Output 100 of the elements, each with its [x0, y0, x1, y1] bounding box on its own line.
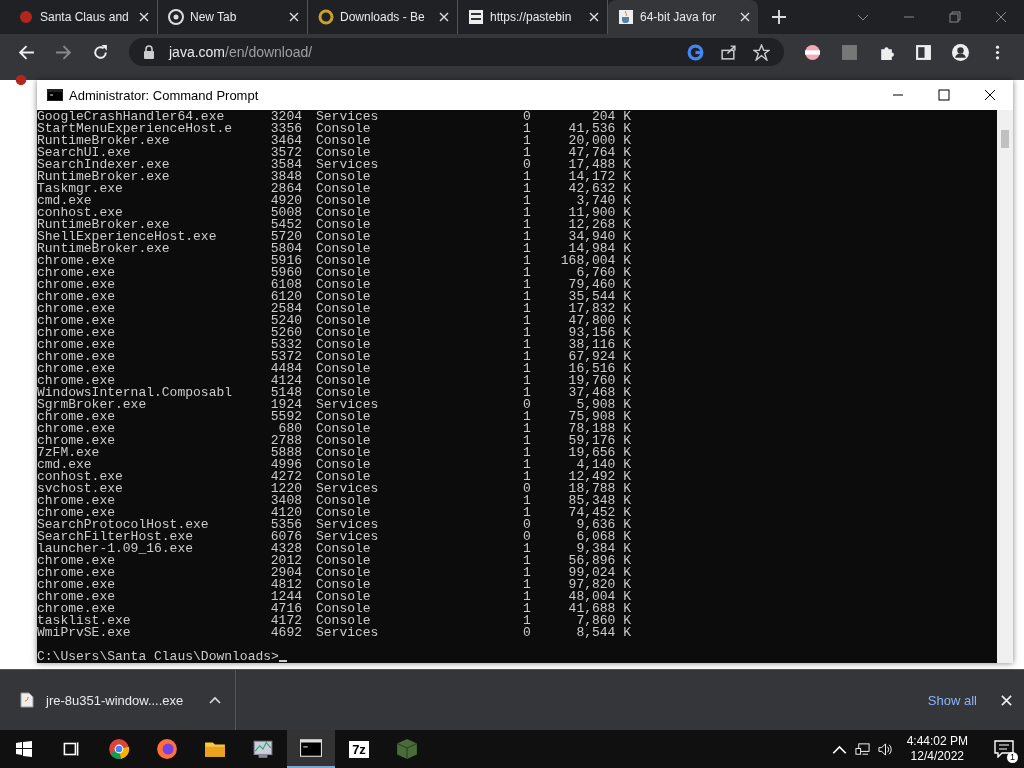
- reload-icon[interactable]: [92, 43, 109, 61]
- ring-icon: [318, 9, 334, 25]
- process-name: WmiPrvSE.exe: [37, 627, 132, 639]
- taskbar-app[interactable]: [287, 730, 335, 768]
- console-icon: [300, 737, 322, 759]
- process-name: RuntimeBroker.exe: [37, 171, 171, 183]
- maximize-icon[interactable]: [938, 89, 950, 101]
- memory-usage: 12,492 K: [567, 471, 631, 483]
- browser-tab[interactable]: 64-bit Java for: [608, 0, 758, 34]
- memory-usage: 59,176 K: [567, 435, 631, 447]
- share-icon[interactable]: [720, 43, 737, 61]
- session-number: 1: [523, 591, 531, 603]
- session-name: Services: [315, 399, 380, 411]
- process-id: 5008: [269, 207, 302, 219]
- network-icon[interactable]: [854, 741, 870, 757]
- session-number: 1: [523, 603, 531, 615]
- process-id: 4124: [269, 375, 302, 387]
- process-id: 1244: [269, 591, 302, 603]
- session-number: 1: [523, 123, 531, 135]
- process-name: chrome.exe: [37, 603, 115, 615]
- session-name: Console: [315, 435, 372, 447]
- process-id: 4172: [269, 615, 302, 627]
- session-number: 0: [523, 519, 531, 531]
- session-number: 1: [523, 387, 531, 399]
- restore-icon[interactable]: [949, 11, 961, 23]
- forward-icon[interactable]: [55, 43, 72, 61]
- session-number: 1: [523, 423, 531, 435]
- bookmark-icon[interactable]: [14, 72, 28, 86]
- profile-icon[interactable]: [952, 43, 969, 61]
- caret-up-icon[interactable]: [209, 696, 222, 704]
- session-name: Console: [315, 279, 372, 291]
- process-name: chrome.exe: [37, 411, 115, 423]
- chrome-icon: [108, 738, 130, 760]
- session-name: Services: [315, 111, 380, 123]
- process-id: 5148: [269, 387, 302, 399]
- date-text: 12/4/2022: [910, 749, 964, 764]
- memory-usage: 8,544 K: [575, 627, 631, 639]
- back-icon[interactable]: [18, 43, 35, 61]
- memory-usage: 47,800 K: [567, 315, 631, 327]
- process-id: 4484: [269, 363, 302, 375]
- process-id: 4716: [269, 603, 302, 615]
- address-bar[interactable]: java.com/en/download/: [129, 38, 784, 66]
- memory-usage: 97,820 K: [567, 579, 631, 591]
- show-all-button[interactable]: Show all: [921, 688, 983, 712]
- session-name: Services: [315, 519, 380, 531]
- session-number: 1: [523, 363, 531, 375]
- google-icon[interactable]: [687, 43, 704, 61]
- windows-start-icon[interactable]: [16, 741, 32, 757]
- memory-usage: 42,632 K: [567, 183, 631, 195]
- close-icon[interactable]: [984, 89, 996, 101]
- memory-usage: 41,688 K: [567, 603, 631, 615]
- process-name: conhost.exe: [37, 471, 124, 483]
- sevenzip-app[interactable]: 7z: [335, 730, 383, 768]
- session-number: 1: [523, 135, 531, 147]
- process-name: chrome.exe: [37, 291, 116, 303]
- process-id: 5960: [269, 267, 302, 279]
- lock-icon: [143, 45, 155, 59]
- process-id: 5804: [269, 243, 302, 255]
- process-id: 2788: [269, 435, 302, 447]
- notification-count: 1: [1007, 752, 1018, 763]
- process-id: 2012: [269, 555, 302, 567]
- new-tab-icon[interactable]: [772, 10, 786, 24]
- star-icon[interactable]: [753, 43, 770, 61]
- session-name: Console: [315, 447, 372, 459]
- process-id: 2584: [269, 303, 302, 315]
- session-name: Console: [315, 459, 372, 471]
- process-id: 5332: [269, 339, 302, 351]
- session-number: 1: [523, 507, 531, 519]
- firefox-icon: [156, 738, 178, 760]
- scrollbar[interactable]: [997, 110, 1013, 663]
- memory-usage: 14,984 K: [568, 243, 631, 255]
- process-id: 5372: [269, 351, 302, 363]
- process-name: chrome.exe: [37, 279, 116, 291]
- process-id: 3408: [269, 495, 302, 507]
- session-number: 1: [523, 459, 531, 471]
- memory-usage: 7,860 K: [576, 615, 631, 627]
- process-name: chrome.exe: [37, 315, 116, 327]
- tab-title: 64-bit Java for: [640, 10, 718, 24]
- session-number: 1: [523, 555, 531, 567]
- notification-icon[interactable]: [994, 740, 1014, 758]
- tab-title: New Tab: [190, 10, 238, 24]
- memory-usage: 47,764 K: [567, 147, 631, 159]
- session-number: 1: [523, 327, 531, 339]
- speaker-icon[interactable]: [877, 741, 893, 757]
- process-name: chrome.exe: [37, 303, 116, 315]
- process-id: 4812: [269, 579, 302, 591]
- session-name: Console: [315, 327, 372, 339]
- memory-usage: 12,268 K: [567, 219, 631, 231]
- scroll-thumb[interactable]: [1001, 130, 1009, 148]
- memory-usage: 19,656 K: [567, 447, 631, 459]
- session-number: 1: [523, 207, 531, 219]
- monitor-chart-icon: [252, 738, 274, 760]
- session-number: 1: [523, 435, 531, 447]
- memory-usage: 6,760 K: [575, 267, 631, 279]
- process-name: cmd.exe: [37, 195, 92, 207]
- side-panel-icon[interactable]: [915, 43, 932, 61]
- clock[interactable]: 4:44:02 PM 12/4/2022: [906, 734, 968, 764]
- session-name: Console: [315, 267, 372, 279]
- process-name: ShellExperienceHost.exe: [37, 231, 218, 243]
- flag-icon[interactable]: [804, 43, 821, 61]
